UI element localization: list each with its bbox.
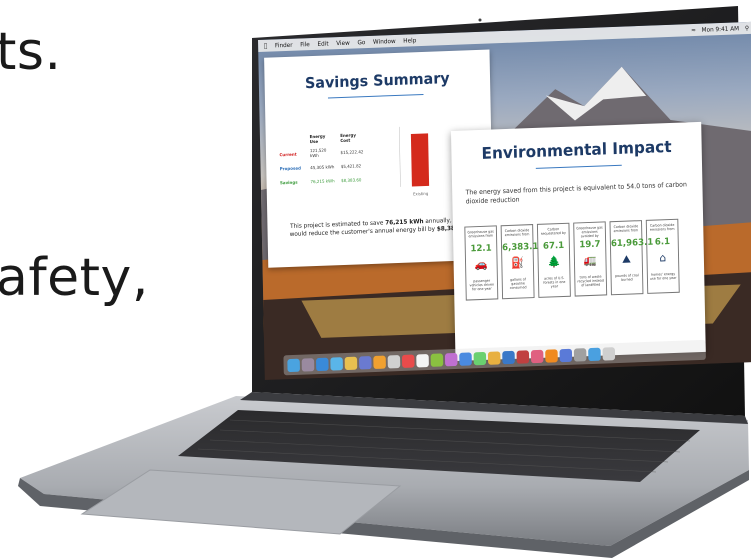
impact-card: Carbon dioxide emissions from 6,383.1 ⛽ gal… (500, 224, 539, 300)
row-label-savings: Savings (279, 179, 298, 185)
card-top-text: Carbon dioxide emissions from (504, 228, 530, 238)
card-bottom-text: acres of U.S. forests in one year (543, 275, 566, 289)
menu-edit[interactable]: Edit (317, 40, 328, 47)
impact-card: Greenhouse gas emissions from 12.1 🚗 passen… (464, 225, 499, 301)
dock-app-icon[interactable] (444, 352, 458, 366)
dock-app-icon[interactable] (602, 346, 616, 361)
card-value: 6,383.1 (501, 241, 539, 254)
menu-go[interactable]: Go (357, 39, 365, 46)
cell-proposed-use: 45,305 kWh (310, 163, 335, 170)
card-top-text: Greenhouse gas emissions from (467, 229, 494, 239)
card-bottom-text: passenger vehicles driven for one year (469, 278, 495, 292)
dock-app-icon[interactable] (401, 354, 415, 368)
dock-app-icon[interactable] (530, 349, 544, 363)
card-bottom-text: tons of waste recycled instead of landfi… (577, 274, 604, 288)
dock-app-icon[interactable] (502, 350, 515, 364)
clock[interactable]: Mon 9:41 AM (702, 25, 740, 33)
dock-app-icon[interactable] (287, 358, 300, 372)
cell-current-cost: $15,222.42 (340, 148, 364, 155)
dock-app-icon[interactable] (373, 355, 386, 369)
dock-app-icon[interactable] (301, 357, 315, 372)
card-value: 12.1 (470, 243, 492, 255)
col-energy-cost: Energy Cost (340, 132, 356, 144)
environmental-impact-window[interactable]: Environmental Impact The energy saved fr… (450, 121, 706, 361)
dock-app-icon[interactable] (516, 349, 530, 364)
dock-app-icon[interactable] (387, 354, 401, 368)
footer-kwh: 76,215 kWh (385, 218, 424, 227)
impact-card: Carbon sequestered by 67.1 🌲 acres of U.S. … (536, 222, 571, 298)
card-value: 6.1 (654, 237, 671, 248)
car-icon: 🚗 (474, 257, 489, 272)
impact-card: Carbon dioxide emissions from 6.1 ⌂ homes' … (645, 218, 680, 294)
env-title: Environmental Impact (481, 136, 672, 163)
savings-table: Energy Use Energy Cost Current 121,520 k… (279, 130, 366, 189)
home-icon: ⌂ (659, 251, 667, 265)
menu-file[interactable]: File (300, 41, 310, 48)
wifi-icon[interactable]: ≈ (691, 26, 696, 33)
dock-app-icon[interactable] (588, 347, 601, 361)
trees-icon: 🌲 (547, 255, 561, 269)
cell-proposed-cost: $5,421.82 (340, 162, 362, 169)
dock-app-icon[interactable] (559, 348, 573, 362)
dock-app-icon[interactable] (545, 348, 558, 363)
impact-cards: Greenhouse gas emissions from 12.1 🚗 passen… (464, 218, 680, 301)
coal-icon: ⛰ (621, 252, 632, 266)
menu-view[interactable]: View (336, 39, 350, 46)
dock-app-icon[interactable] (416, 353, 429, 367)
chart-y-axis (399, 126, 401, 187)
menu-help[interactable]: Help (403, 37, 416, 44)
table-row: Savings 76,215 kWh $8,383.60 (280, 172, 366, 189)
card-bottom-text: gallons of gasoline consumed (509, 277, 527, 291)
card-top-text: Carbon dioxide emissions from (613, 224, 639, 234)
cell-savings-cost: $8,383.60 (341, 176, 362, 183)
menu-window[interactable]: Window (373, 37, 396, 45)
dock-app-icon[interactable] (330, 356, 343, 371)
impact-card: Greenhouse gas emissions avoided by 19.7 🚛… (573, 221, 608, 297)
chart-bar (410, 133, 430, 187)
row-label-current: Current (279, 151, 297, 157)
chart-tick-label: Existing (413, 191, 429, 197)
laptop-screen:  Finder File Edit View Go Window Help ≈… (258, 21, 751, 381)
menu-finder[interactable]: Finder (275, 41, 293, 49)
col-energy-use: Energy Use (309, 133, 326, 145)
dock-app-icon[interactable] (573, 347, 587, 362)
card-bottom-text: homes' energy use for one year (649, 271, 677, 281)
card-top-text: Carbon dioxide emissions from (649, 222, 675, 232)
search-icon[interactable]: ⚲ (745, 25, 749, 32)
dock-app-icon[interactable] (459, 351, 472, 366)
cell-current-use: 121,520 kWh (309, 147, 327, 159)
title-rule (327, 93, 424, 99)
apple-icon[interactable]:  (264, 42, 268, 49)
savings-footer: This project is estimated to save 76,215… (287, 216, 475, 239)
dock-app-icon[interactable] (487, 350, 501, 365)
dock-app-icon[interactable] (473, 351, 487, 365)
cell-savings-use: 76,215 kWh (310, 177, 335, 184)
dock-app-icon[interactable] (344, 356, 358, 370)
card-bottom-text: pounds of coal burned (614, 273, 639, 282)
fuel-pump-icon: ⛽ (510, 256, 525, 270)
env-description: The energy saved from this project is eq… (465, 180, 687, 206)
card-value: 61,963.1 (610, 237, 654, 250)
card-value: 19.7 (579, 239, 601, 251)
card-value: 67.1 (542, 240, 565, 252)
impact-card: Carbon dioxide emissions from 61,963.1 ⛰ po… (609, 220, 654, 296)
dock-app-icon[interactable] (430, 352, 444, 367)
dock-app-icon[interactable] (315, 357, 329, 371)
truck-icon: 🚛 (583, 253, 597, 268)
dock-app-icon[interactable] (358, 355, 372, 370)
card-top-text: Carbon sequestered by (540, 227, 566, 236)
row-label-proposed: Proposed (279, 165, 301, 171)
card-top-text: Greenhouse gas emissions avoided by (576, 225, 603, 239)
savings-title: Savings Summary (304, 69, 450, 93)
title-rule (535, 164, 622, 169)
